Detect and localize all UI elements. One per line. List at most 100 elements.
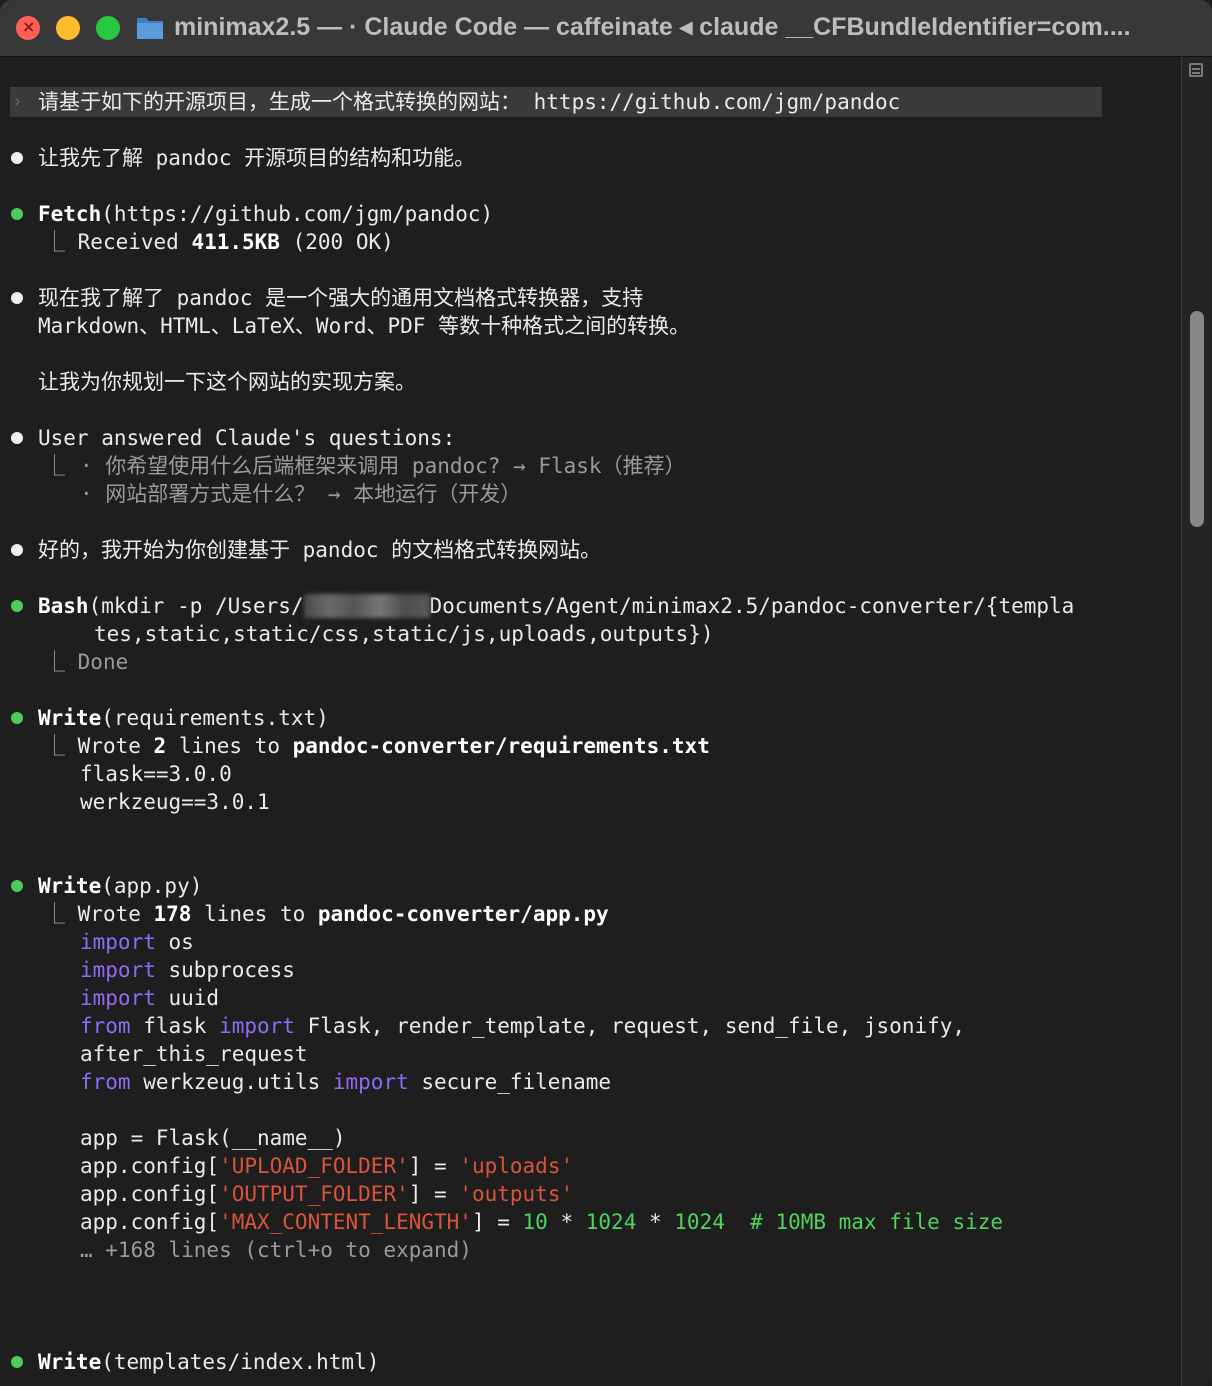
- code-comment: # 10MB max file size: [750, 1210, 1004, 1234]
- tool-args: (templates/index.html): [101, 1350, 380, 1374]
- tool-status-dot: [11, 208, 23, 220]
- file-path: pandoc-converter/requirements.txt: [292, 734, 710, 758]
- code-line: app = Flask(__name__): [80, 1126, 346, 1150]
- zoom-button[interactable]: [96, 16, 120, 40]
- keyword: import: [80, 986, 156, 1010]
- keyword: import: [219, 1014, 295, 1038]
- tree-connector-icon: ⎿: [44, 734, 78, 758]
- questions-header: User answered Claude's questions:: [38, 426, 456, 450]
- string-literal: 'MAX_CONTENT_LENGTH': [219, 1210, 472, 1234]
- title-bar: × minimax2.5 — · Claude Code — caffeinat…: [0, 0, 1212, 57]
- received-size: 411.5KB: [191, 230, 280, 254]
- line-count: 178: [153, 902, 192, 926]
- assistant-message: 好的，我开始为你创建基于 pandoc 的文档格式转换网站。: [38, 538, 602, 562]
- assign-op: ] =: [408, 1182, 460, 1206]
- user-prompt-text: 请基于如下的开源项目，生成一个格式转换的网站： https://github.c…: [38, 90, 901, 114]
- assistant-message-line: 现在我了解了 pandoc 是一个强大的通用文档格式转换器，支持: [38, 286, 644, 310]
- write-result: ⎿ Wrote 2 lines to pandoc-converter/requ…: [44, 732, 710, 760]
- tool-status-dot: [11, 880, 23, 892]
- minimize-button[interactable]: [56, 16, 80, 40]
- bash-tool-call: Bash(mkdir -p /Users/Documents/Agent/min…: [38, 592, 1074, 620]
- tool-status-dot: [11, 712, 23, 724]
- terminal-window: × minimax2.5 — · Claude Code — caffeinat…: [0, 0, 1212, 1386]
- assign-op: ] =: [408, 1154, 460, 1178]
- number-literal: 1024: [674, 1210, 725, 1234]
- assistant-message-line: Markdown、HTML、LaTeX、Word、PDF 等数十种格式之间的转换…: [38, 314, 691, 338]
- write-tool-call: Write(app.py): [38, 872, 202, 900]
- module-name: os: [155, 930, 194, 954]
- scrollbar-thumb[interactable]: [1190, 311, 1204, 527]
- string-literal: 'OUTPUT_FOLDER': [219, 1182, 409, 1206]
- code-line: import os: [80, 928, 194, 956]
- tool-name: Fetch: [38, 202, 102, 226]
- code-line: from werkzeug.utils import secure_filena…: [80, 1068, 611, 1096]
- close-button[interactable]: ×: [16, 16, 40, 40]
- write-tool-call: Write(requirements.txt): [38, 704, 329, 732]
- result-text: Done: [77, 650, 129, 674]
- tool-name: Write: [38, 1350, 102, 1374]
- window-title: minimax2.5 — · Claude Code — caffeinate …: [174, 13, 1131, 41]
- bash-result: ⎿ Done: [44, 648, 128, 676]
- keyword: import: [80, 958, 156, 982]
- received-label: Received: [77, 230, 192, 254]
- tool-name: Write: [38, 706, 102, 730]
- assistant-message: 让我先了解 pandoc 开源项目的结构和功能。: [38, 146, 476, 170]
- message-bullet: [11, 152, 23, 164]
- tool-args: (requirements.txt): [101, 706, 329, 730]
- code-line: import uuid: [80, 984, 219, 1012]
- code-line: import subprocess: [80, 956, 295, 984]
- number-literal: 10: [522, 1210, 548, 1234]
- write-result: ⎿ Wrote 178 lines to pandoc-converter/ap…: [44, 900, 609, 928]
- string-literal: 'UPLOAD_FOLDER': [219, 1154, 409, 1178]
- config-prefix: app.config[: [80, 1154, 220, 1178]
- tool-name: Write: [38, 874, 102, 898]
- config-prefix: app.config[: [80, 1182, 220, 1206]
- keyword: from: [80, 1070, 131, 1094]
- received-status: (200 OK): [279, 230, 394, 254]
- prompt-chevron-icon: ›: [12, 91, 23, 112]
- module-name: werkzeug.utils: [130, 1070, 333, 1094]
- multiply-op: *: [636, 1210, 675, 1234]
- code-line: flask==3.0.0: [80, 762, 232, 786]
- assistant-message-line: 让我为你规划一下这个网站的实现方案。: [38, 370, 416, 394]
- module-name: subprocess: [155, 958, 295, 982]
- tool-status-dot: [11, 1356, 23, 1368]
- keyword: import: [80, 930, 156, 954]
- tree-connector-icon: ⎿: [44, 902, 78, 926]
- tool-args: (mkdir -p /Users/: [88, 594, 304, 618]
- code-line: from flask import Flask, render_template…: [80, 1012, 965, 1040]
- tree-connector-icon: ⎿: [44, 650, 78, 674]
- tool-args: (app.py): [101, 874, 203, 898]
- scrollbar[interactable]: [1181, 57, 1212, 1386]
- question-answer: · 你希望使用什么后端框架来调用 pandoc? → Flask（推荐）: [80, 454, 686, 478]
- message-bullet: [11, 432, 23, 444]
- module-name: uuid: [155, 986, 220, 1010]
- tool-status-dot: [11, 600, 23, 612]
- lines-to-label: lines to: [191, 902, 318, 926]
- tool-args: Documents/Agent/minimax2.5/pandoc-conver…: [429, 594, 1075, 618]
- fetch-tool-call: Fetch(https://github.com/jgm/pandoc): [38, 200, 493, 228]
- wrote-label: Wrote: [77, 734, 154, 758]
- code-line: app.config['MAX_CONTENT_LENGTH'] = 10 * …: [80, 1208, 1003, 1236]
- message-bullet: [11, 292, 23, 304]
- tool-name: Bash: [38, 594, 89, 618]
- wrote-label: Wrote: [77, 902, 154, 926]
- menu-icon[interactable]: [1189, 63, 1203, 77]
- message-bullet: [11, 544, 23, 556]
- config-prefix: app.config[: [80, 1210, 220, 1234]
- expand-hint[interactable]: … +168 lines (ctrl+o to expand): [80, 1236, 472, 1264]
- lines-to-label: lines to: [166, 734, 293, 758]
- tool-args: (https://github.com/jgm/pandoc): [101, 202, 494, 226]
- folder-icon: [137, 18, 163, 39]
- string-literal: 'uploads': [459, 1154, 574, 1178]
- terminal-output[interactable]: › 请基于如下的开源项目，生成一个格式转换的网站： https://github…: [0, 57, 1180, 1386]
- multiply-op: *: [547, 1210, 586, 1234]
- assign-op: ] =: [471, 1210, 523, 1234]
- code-line: werkzeug==3.0.1: [80, 790, 270, 814]
- file-path: pandoc-converter/app.py: [317, 902, 609, 926]
- keyword: import: [332, 1070, 409, 1094]
- module-name: flask: [130, 1014, 220, 1038]
- write-tool-call: Write(templates/index.html): [38, 1348, 379, 1376]
- code-line: after_this_request: [80, 1042, 308, 1066]
- line-count: 2: [153, 734, 167, 758]
